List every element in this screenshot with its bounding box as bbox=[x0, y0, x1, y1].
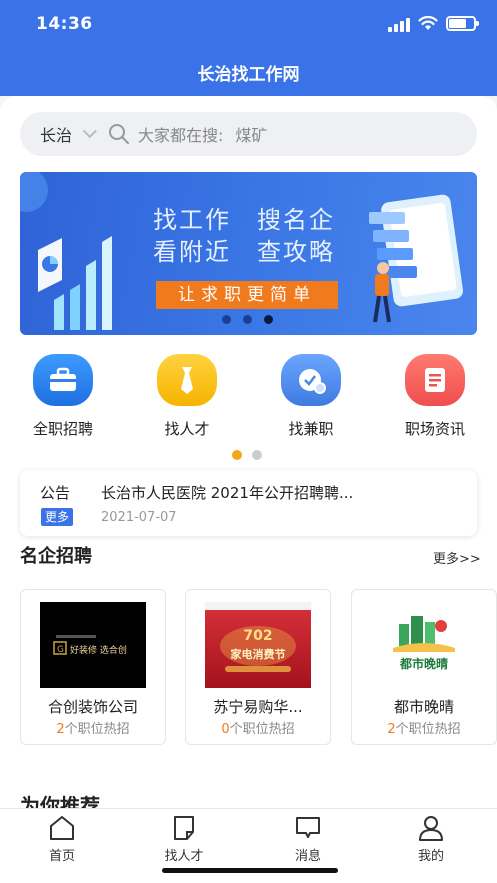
company-jobs: 0个职位热招 bbox=[186, 718, 330, 737]
wifi-icon bbox=[418, 15, 438, 30]
announcement-title: 公告 bbox=[40, 484, 71, 502]
tab-label: 消息 bbox=[294, 849, 321, 864]
job-suffix: 个职位热招 bbox=[395, 722, 461, 737]
company-logo: 都市晚晴 bbox=[371, 602, 477, 688]
banner-illustration-phone bbox=[369, 194, 464, 323]
search-icon bbox=[109, 124, 130, 144]
profile-icon bbox=[419, 816, 443, 841]
category-label: 全职招聘 bbox=[32, 420, 93, 438]
banner-pagination bbox=[222, 315, 273, 324]
tie-icon bbox=[157, 354, 217, 406]
chevron-down-icon[interactable] bbox=[82, 124, 97, 139]
company-name: 都市晚晴 bbox=[393, 698, 454, 716]
job-count: 2 bbox=[387, 722, 396, 737]
company-card[interactable]: 702 家电消费节 苏宁易购华... 0个职位热招 bbox=[185, 589, 331, 745]
category-dot[interactable] bbox=[252, 450, 262, 460]
job-suffix: 个职位热招 bbox=[64, 722, 130, 737]
svg-text:702: 702 bbox=[243, 628, 272, 644]
announcement-more-tag[interactable]: 更多 bbox=[41, 508, 74, 526]
company-card[interactable]: 都市晚晴 都市晚晴 2个职位热招 bbox=[351, 589, 497, 745]
battery-icon bbox=[446, 16, 479, 31]
tab-talent[interactable]: 找人才 bbox=[144, 815, 224, 864]
featured-companies-title: 名企招聘 bbox=[20, 546, 92, 567]
home-icon bbox=[50, 816, 74, 840]
banner-dot[interactable] bbox=[222, 315, 231, 324]
banner-dot[interactable] bbox=[243, 315, 252, 324]
search-bar[interactable]: 长治 大家都在搜: 煤矿 bbox=[20, 112, 477, 156]
status-time: 14:36 bbox=[36, 14, 93, 34]
banner-illustration-chart bbox=[20, 172, 112, 330]
category-fulltime[interactable]: 全职招聘 bbox=[18, 354, 108, 439]
search-keyword[interactable]: 煤矿 bbox=[235, 122, 267, 146]
category-label: 找兼职 bbox=[288, 420, 334, 438]
news-icon bbox=[405, 354, 465, 406]
banner-line-2: 看附近 查攻略 bbox=[153, 238, 335, 266]
tab-label: 首页 bbox=[48, 849, 75, 864]
company-jobs: 2个职位热招 bbox=[352, 718, 496, 737]
category-label: 找人才 bbox=[164, 420, 210, 438]
tab-profile[interactable]: 我的 bbox=[391, 815, 471, 864]
tab-label: 我的 bbox=[417, 849, 444, 864]
featured-more-link[interactable]: 更多>> bbox=[433, 548, 481, 567]
job-suffix: 个职位热招 bbox=[229, 722, 295, 737]
job-count: 2 bbox=[56, 722, 65, 737]
category-parttime[interactable]: 找兼职 bbox=[266, 354, 356, 439]
banner-cta[interactable]: 让求职更简单 bbox=[156, 281, 338, 309]
svg-text:G: G bbox=[57, 645, 64, 655]
briefcase-icon bbox=[33, 354, 93, 406]
app-header: 14:36 长治找工作网 bbox=[0, 0, 497, 96]
tab-messages[interactable]: 消息 bbox=[268, 815, 348, 864]
category-news[interactable]: 职场资讯 bbox=[390, 354, 480, 439]
recommend-title: 为你推荐 bbox=[20, 794, 100, 808]
svg-text:家电消费节: 家电消费节 bbox=[231, 647, 286, 661]
announcement-text[interactable]: 长治市人民医院 2021年公开招聘聘... bbox=[101, 482, 353, 503]
company-card[interactable]: G 好装修 选合创 合创装饰公司 2个职位热招 bbox=[20, 589, 166, 745]
promo-banner[interactable]: 找工作 搜名企 看附近 查攻略 让求职更简单 bbox=[20, 172, 477, 335]
banner-dot-active[interactable] bbox=[264, 315, 273, 324]
company-logo: 702 家电消费节 bbox=[205, 602, 311, 688]
svg-text:都市晚晴: 都市晚晴 bbox=[399, 656, 448, 671]
tab-home[interactable]: 首页 bbox=[22, 815, 102, 864]
company-name: 苏宁易购华... bbox=[213, 698, 303, 716]
app-title: 长治找工作网 bbox=[197, 65, 300, 85]
company-logo: G 好装修 选合创 bbox=[40, 602, 146, 688]
category-talent[interactable]: 找人才 bbox=[142, 354, 232, 439]
job-count: 0 bbox=[221, 722, 230, 737]
tab-label: 找人才 bbox=[164, 849, 204, 864]
search-hint: 大家都在搜: bbox=[138, 126, 224, 145]
message-icon bbox=[296, 817, 320, 838]
svg-text:好装修 选合创: 好装修 选合创 bbox=[70, 644, 127, 656]
company-list: G 好装修 选合创 合创装饰公司 2个职位热招 702 家电消费节 苏宁易购华.… bbox=[0, 589, 497, 749]
clock-icon bbox=[281, 354, 341, 406]
talent-icon bbox=[174, 816, 194, 840]
city-selector[interactable]: 长治 bbox=[40, 122, 72, 146]
category-pagination bbox=[232, 450, 262, 460]
announcement-date: 2021-07-07 bbox=[101, 510, 177, 525]
main-content: 长治 大家都在搜: 煤矿 找工作 搜名企 看附近 查攻略 让求职更简单 全职招聘… bbox=[0, 96, 497, 808]
category-label: 职场资讯 bbox=[404, 420, 465, 438]
banner-line-1: 找工作 搜名企 bbox=[153, 206, 335, 234]
company-jobs: 2个职位热招 bbox=[21, 718, 165, 737]
category-dot-active[interactable] bbox=[232, 450, 242, 460]
home-indicator[interactable] bbox=[162, 868, 338, 873]
category-grid: 全职招聘 找人才 找兼职 职场资讯 bbox=[0, 354, 497, 444]
announcement-card[interactable]: 公告 更多 长治市人民医院 2021年公开招聘聘... 2021-07-07 bbox=[20, 470, 477, 536]
company-name: 合创装饰公司 bbox=[47, 698, 138, 716]
signal-icon bbox=[388, 18, 410, 32]
status-bar: 14:36 bbox=[0, 0, 497, 46]
